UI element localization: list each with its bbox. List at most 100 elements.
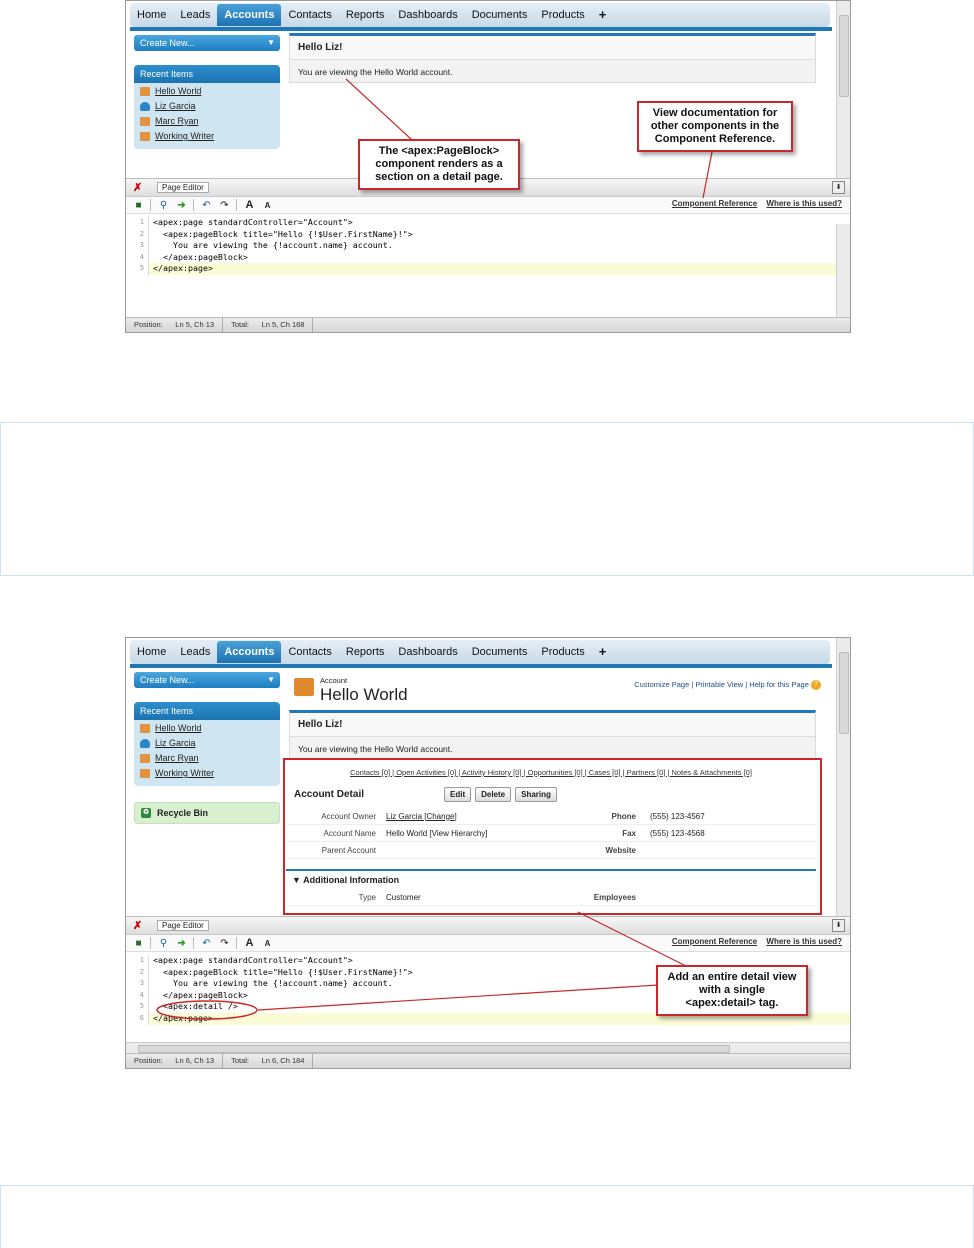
- recent-item-label[interactable]: Working Writer: [155, 131, 214, 141]
- go-icon[interactable]: ➜: [176, 200, 187, 211]
- recent-items: Recent Items Hello World Liz Garcia Marc…: [134, 65, 280, 149]
- total-label: Total:: [231, 320, 250, 329]
- tab-reports[interactable]: Reports: [339, 4, 392, 26]
- page-editor-tab[interactable]: Page Editor: [157, 182, 209, 193]
- tab-documents[interactable]: Documents: [465, 4, 535, 26]
- position-value: Ln 6, Ch 13: [175, 1056, 215, 1065]
- tab-home[interactable]: Home: [130, 4, 173, 26]
- page-editor-tab[interactable]: Page Editor: [157, 920, 209, 931]
- tab-products[interactable]: Products: [534, 4, 591, 26]
- editor-scrollbar[interactable]: [836, 224, 850, 318]
- blank-panel: [0, 1185, 974, 1248]
- tab-add[interactable]: +: [592, 4, 614, 26]
- tab-accounts[interactable]: Accounts: [217, 4, 282, 26]
- tab-products[interactable]: Products: [534, 641, 591, 663]
- code-text[interactable]: </apex:pageBlock>: [149, 252, 850, 264]
- font-larger-icon[interactable]: A: [244, 937, 255, 949]
- tab-contacts[interactable]: Contacts: [281, 641, 338, 663]
- recent-item[interactable]: Marc Ryan: [134, 113, 280, 128]
- tab-accounts[interactable]: Accounts: [217, 641, 282, 663]
- recent-item[interactable]: Hello World: [134, 720, 280, 735]
- header-links-text[interactable]: Customize Page | Printable View | Help f…: [634, 680, 809, 689]
- search-icon[interactable]: ⚲: [158, 938, 169, 949]
- code-text[interactable]: You are viewing the {!account.name} acco…: [149, 240, 850, 252]
- account-header: Account Hello World Customize Page | Pri…: [286, 674, 821, 704]
- recent-item-label[interactable]: Working Writer: [155, 768, 214, 778]
- tab-home[interactable]: Home: [130, 641, 173, 663]
- folder-icon: [294, 678, 314, 696]
- sidebar: Create New... ▼ Recent Items Hello World …: [134, 35, 280, 149]
- create-new-label: Create New...: [140, 38, 195, 48]
- recent-item-label[interactable]: Hello World: [155, 86, 201, 96]
- undo-icon[interactable]: ↶: [201, 200, 212, 211]
- collapse-icon[interactable]: ⬇: [832, 181, 845, 194]
- undo-icon[interactable]: ↶: [201, 938, 212, 949]
- recent-item-label[interactable]: Marc Ryan: [155, 753, 199, 763]
- create-new-button[interactable]: Create New... ▼: [134, 35, 280, 51]
- callout-docs: View documentation for other components …: [637, 101, 793, 152]
- tab-dashboards[interactable]: Dashboards: [391, 4, 464, 26]
- tab-leads[interactable]: Leads: [173, 4, 217, 26]
- recent-item[interactable]: Working Writer: [134, 128, 280, 143]
- recent-item[interactable]: Liz Garcia: [134, 735, 280, 750]
- recent-item-label[interactable]: Marc Ryan: [155, 116, 199, 126]
- save-icon[interactable]: ■: [133, 200, 144, 211]
- create-new-button[interactable]: Create New... ▼: [134, 672, 280, 688]
- recycle-bin-link[interactable]: ♻ Recycle Bin: [134, 802, 280, 824]
- page-block: Hello Liz! You are viewing the Hello Wor…: [289, 710, 816, 760]
- recent-items-title: Recent Items: [134, 702, 280, 720]
- tab-contacts[interactable]: Contacts: [281, 4, 338, 26]
- blank-panel: [0, 422, 974, 576]
- code-line: 2 <apex:pageBlock title="Hello {!$User.F…: [126, 228, 850, 241]
- close-icon[interactable]: ✗: [133, 181, 149, 194]
- tab-dashboards[interactable]: Dashboards: [391, 641, 464, 663]
- code-line: 3 You are viewing the {!account.name} ac…: [126, 240, 850, 252]
- recent-item[interactable]: Liz Garcia: [134, 98, 280, 113]
- recent-item[interactable]: Working Writer: [134, 765, 280, 780]
- recent-item-label[interactable]: Hello World: [155, 723, 201, 733]
- account-icon: [140, 753, 150, 763]
- recent-item[interactable]: Hello World: [134, 83, 280, 98]
- redo-icon[interactable]: ↷: [219, 200, 230, 211]
- redo-icon[interactable]: ↷: [219, 938, 230, 949]
- chevron-down-icon: ▼: [267, 675, 275, 684]
- vertical-scrollbar[interactable]: [836, 638, 850, 916]
- scroll-thumb[interactable]: [839, 15, 849, 97]
- where-used-link[interactable]: Where is this used?: [766, 199, 842, 208]
- recent-item[interactable]: Marc Ryan: [134, 750, 280, 765]
- font-larger-icon[interactable]: A: [244, 199, 255, 211]
- code-text[interactable]: <apex:page standardController="Account">: [149, 217, 850, 229]
- collapse-icon[interactable]: ⬇: [832, 919, 845, 932]
- chevron-down-icon: ▼: [267, 38, 275, 47]
- line-number: 4: [126, 251, 149, 264]
- editor-status-bar: Position: Ln 6, Ch 13 Total: Ln 6, Ch 18…: [126, 1053, 850, 1068]
- tab-documents[interactable]: Documents: [465, 641, 535, 663]
- component-reference-link[interactable]: Component Reference: [672, 937, 757, 946]
- code-editor[interactable]: 1 <apex:page standardController="Account"…: [126, 214, 850, 275]
- font-smaller-icon[interactable]: A: [262, 938, 273, 949]
- page-block-title: Hello Liz!: [290, 36, 815, 60]
- go-icon[interactable]: ➜: [176, 938, 187, 949]
- search-icon[interactable]: ⚲: [158, 200, 169, 211]
- help-icon[interactable]: ?: [811, 680, 821, 691]
- font-smaller-icon[interactable]: A: [262, 200, 273, 211]
- recent-item-label[interactable]: Liz Garcia: [155, 101, 196, 111]
- recent-item-label[interactable]: Liz Garcia: [155, 738, 196, 748]
- scroll-thumb[interactable]: [839, 652, 849, 734]
- sidebar: Create New... ▼ Recent Items Hello World …: [134, 672, 280, 824]
- callout-detail: Add an entire detail view with a single …: [656, 965, 808, 1016]
- tab-underline: [130, 27, 832, 31]
- save-icon[interactable]: ■: [133, 938, 144, 949]
- vertical-scrollbar[interactable]: [836, 1, 850, 178]
- code-text[interactable]: <apex:pageBlock title="Hello {!$User.Fir…: [149, 229, 850, 241]
- component-reference-link[interactable]: Component Reference: [672, 199, 757, 208]
- tab-reports[interactable]: Reports: [339, 641, 392, 663]
- close-icon[interactable]: ✗: [133, 919, 149, 932]
- tab-leads[interactable]: Leads: [173, 641, 217, 663]
- tab-add[interactable]: +: [592, 641, 614, 663]
- position-label: Position:: [134, 320, 163, 329]
- header-links[interactable]: Customize Page | Printable View | Help f…: [634, 680, 821, 691]
- where-used-link[interactable]: Where is this used?: [766, 937, 842, 946]
- hscroll-thumb[interactable]: [138, 1045, 730, 1053]
- code-text[interactable]: </apex:page>: [149, 263, 850, 275]
